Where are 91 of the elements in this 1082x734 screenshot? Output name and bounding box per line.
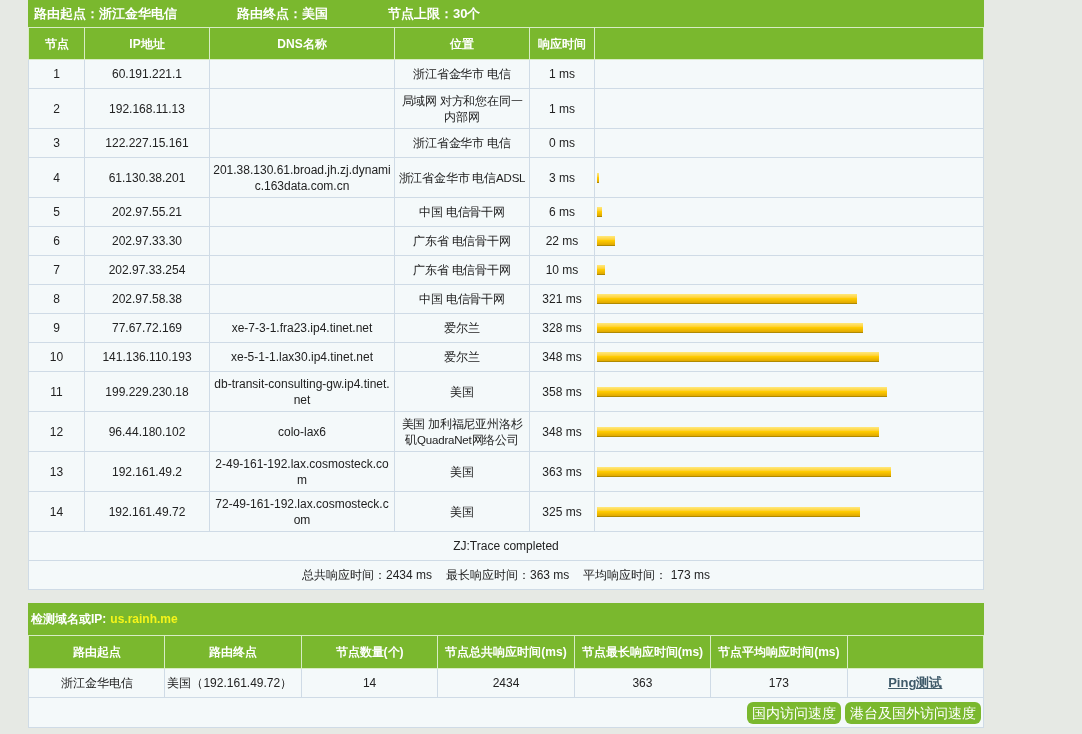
summary-stat: 平均响应时间： 173 ms bbox=[583, 568, 711, 582]
node-number: 14 bbox=[28, 491, 85, 532]
response-time: 321 ms bbox=[529, 284, 595, 314]
location: 美国 bbox=[394, 491, 530, 532]
response-time: 328 ms bbox=[529, 313, 595, 343]
ip-address: 199.229.230.18 bbox=[84, 371, 210, 412]
location: 爱尔兰 bbox=[394, 342, 530, 372]
node-number: 3 bbox=[28, 128, 85, 158]
response-time: 10 ms bbox=[529, 255, 595, 285]
location: 广东省 电信骨干网 bbox=[394, 255, 530, 285]
response-time: 358 ms bbox=[529, 371, 595, 412]
ip-address: 202.97.58.38 bbox=[84, 284, 210, 314]
trace-status: ZJ:Trace completed bbox=[28, 531, 984, 561]
target-domain: us.rainh.me bbox=[110, 611, 178, 628]
speed-button[interactable]: 港台及国外访问速度 bbox=[845, 701, 981, 724]
target-label: 检测域名或IP: bbox=[31, 611, 107, 628]
dns-name: 72-49-161-192.lax.cosmosteck.com bbox=[209, 491, 395, 532]
node-number: 8 bbox=[28, 284, 85, 314]
column-header: IP地址 bbox=[84, 27, 210, 60]
summary-stat: 最长响应时间：363 ms bbox=[446, 568, 570, 582]
node-number: 6 bbox=[28, 226, 85, 256]
location: 浙江省金华市 电信 bbox=[394, 59, 530, 89]
response-time: 1 ms bbox=[529, 59, 595, 89]
column-header: 节点平均响应时间(ms) bbox=[710, 635, 848, 669]
speed-button[interactable]: 国内访问速度 bbox=[747, 701, 841, 724]
location: 广东省 电信骨干网 bbox=[394, 226, 530, 256]
column-header: 路由终点 bbox=[164, 635, 302, 669]
column-header: 节点 bbox=[28, 27, 85, 60]
table-cell: 2434 bbox=[437, 668, 575, 698]
ip-address: 192.161.49.2 bbox=[84, 451, 210, 492]
location: 局域网 对方和您在同一内部网 bbox=[394, 88, 530, 129]
ip-address: 77.67.72.169 bbox=[84, 313, 210, 343]
node-number: 2 bbox=[28, 88, 85, 129]
location: 美国 加利福尼亚州洛杉矶QuadraNet网络公司 bbox=[394, 411, 530, 452]
column-header: 响应时间 bbox=[529, 27, 595, 60]
node-number: 5 bbox=[28, 197, 85, 227]
response-time: 1 ms bbox=[529, 88, 595, 129]
route-info: 路由起点：浙江金华电信 bbox=[34, 4, 177, 23]
ip-address: 202.97.33.30 bbox=[84, 226, 210, 256]
ip-address: 61.130.38.201 bbox=[84, 157, 210, 198]
dns-name: colo-lax6 bbox=[209, 411, 395, 452]
location: 中国 电信骨干网 bbox=[394, 284, 530, 314]
column-header: 路由起点 bbox=[28, 635, 165, 669]
node-number: 4 bbox=[28, 157, 85, 198]
column-header: 位置 bbox=[394, 27, 530, 60]
node-number: 12 bbox=[28, 411, 85, 452]
location: 浙江省金华市 电信 bbox=[394, 128, 530, 158]
ip-address: 202.97.33.254 bbox=[84, 255, 210, 285]
table-cell: 363 bbox=[574, 668, 711, 698]
dns-name: xe-5-1-1.lax30.ip4.tinet.net bbox=[209, 342, 395, 372]
column-header: 节点总共响应时间(ms) bbox=[437, 635, 575, 669]
response-time: 325 ms bbox=[529, 491, 595, 532]
ip-address: 96.44.180.102 bbox=[84, 411, 210, 452]
node-number: 11 bbox=[28, 371, 85, 412]
column-header: DNS名称 bbox=[209, 27, 395, 60]
location: 美国 bbox=[394, 371, 530, 412]
ip-address: 122.227.15.161 bbox=[84, 128, 210, 158]
location: 浙江省金华市 电信ADSL bbox=[394, 157, 530, 198]
table-cell: 173 bbox=[710, 668, 848, 698]
response-time: 6 ms bbox=[529, 197, 595, 227]
table-cell: 美国（192.161.49.72） bbox=[164, 668, 302, 698]
dns-name: 201.38.130.61.broad.jh.zj.dynamic.163data.com.cn bbox=[209, 157, 395, 198]
column-header: 节点最长响应时间(ms) bbox=[574, 635, 711, 669]
table-cell: 14 bbox=[301, 668, 438, 698]
dns-name: db-transit-consulting-gw.ip4.tinet.net bbox=[209, 371, 395, 412]
route-info: 节点上限：30个 bbox=[388, 4, 481, 23]
ip-address: 60.191.221.1 bbox=[84, 59, 210, 89]
node-number: 1 bbox=[28, 59, 85, 89]
ip-address: 192.161.49.72 bbox=[84, 491, 210, 532]
dns-name: xe-7-3-1.fra23.ip4.tinet.net bbox=[209, 313, 395, 343]
summary-stat: 总共响应时间：2434 ms bbox=[301, 568, 432, 582]
response-time: 22 ms bbox=[529, 226, 595, 256]
node-number: 13 bbox=[28, 451, 85, 492]
table-cell: 浙江金华电信 bbox=[28, 668, 165, 698]
response-time: 363 ms bbox=[529, 451, 595, 492]
location: 美国 bbox=[394, 451, 530, 492]
node-number: 7 bbox=[28, 255, 85, 285]
ip-address: 202.97.55.21 bbox=[84, 197, 210, 227]
response-time: 3 ms bbox=[529, 157, 595, 198]
column-header: 节点数量(个) bbox=[301, 635, 438, 669]
node-number: 9 bbox=[28, 313, 85, 343]
response-time: 348 ms bbox=[529, 411, 595, 452]
location: 爱尔兰 bbox=[394, 313, 530, 343]
ip-address: 141.136.110.193 bbox=[84, 342, 210, 372]
location: 中国 电信骨干网 bbox=[394, 197, 530, 227]
node-number: 10 bbox=[28, 342, 85, 372]
response-time: 0 ms bbox=[529, 128, 595, 158]
response-time: 348 ms bbox=[529, 342, 595, 372]
route-info: 路由终点：美国 bbox=[237, 4, 328, 23]
dns-name: 2-49-161-192.lax.cosmosteck.com bbox=[209, 451, 395, 492]
ip-address: 192.168.11.13 bbox=[84, 88, 210, 129]
